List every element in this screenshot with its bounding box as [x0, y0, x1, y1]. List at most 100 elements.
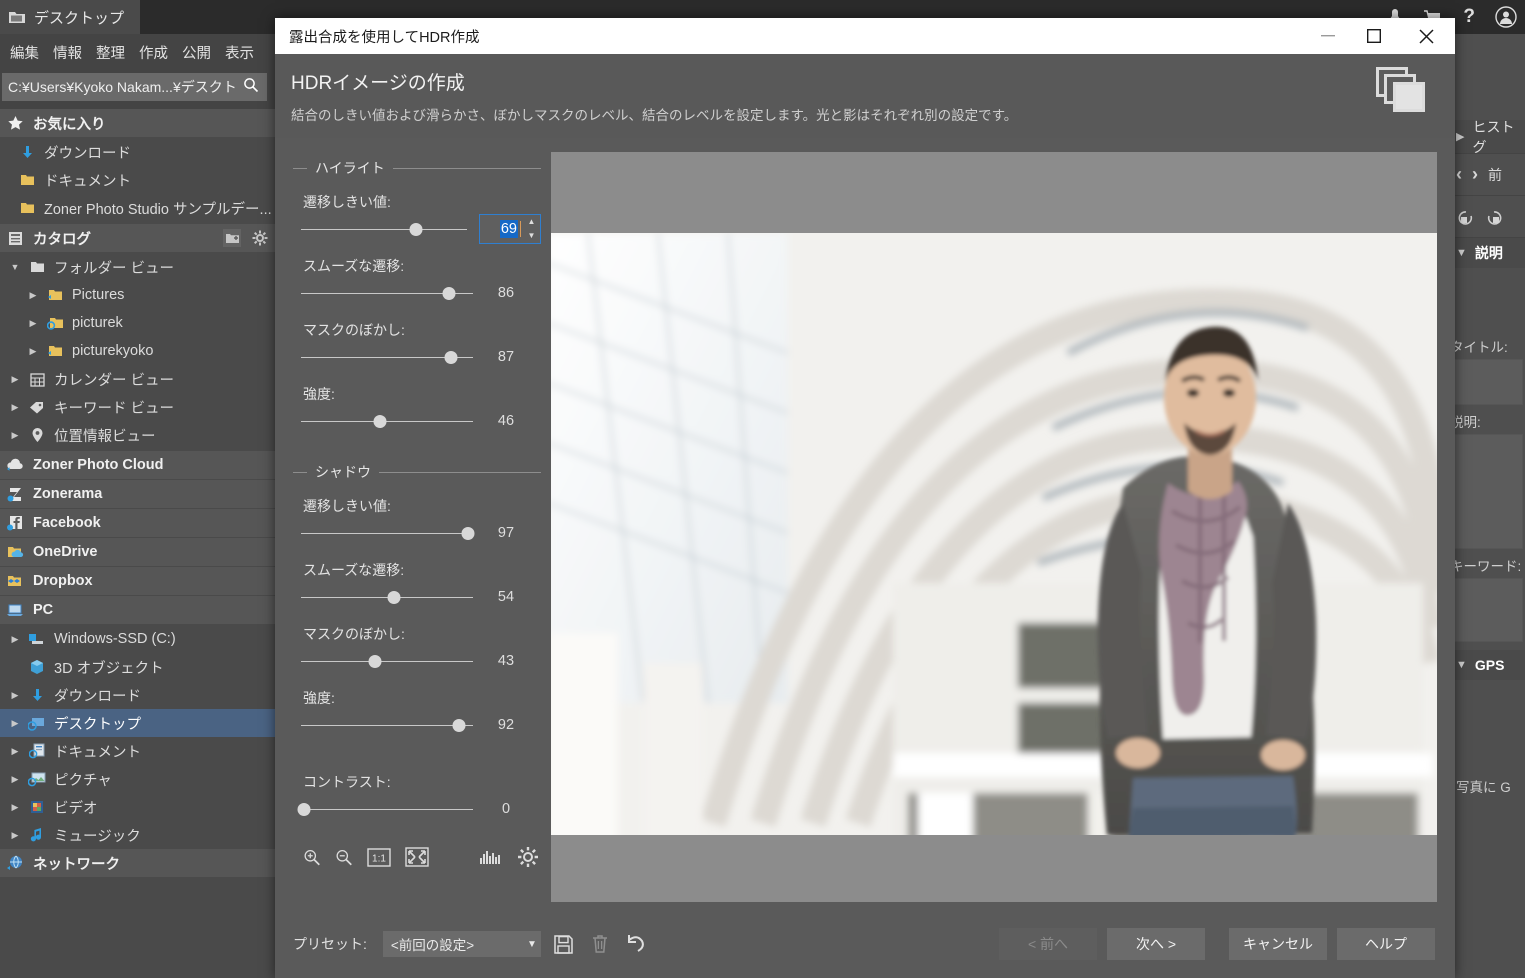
sidebar-item-folder-view[interactable]: ▼ フォルダー ビュー: [0, 253, 275, 281]
rotate-right-icon[interactable]: [1486, 208, 1504, 226]
slider-knob[interactable]: [452, 719, 466, 732]
chevron-right-icon[interactable]: ▶: [10, 430, 20, 441]
slider-knob[interactable]: [373, 415, 387, 428]
chevron-down-icon[interactable]: ▼: [10, 262, 20, 272]
sidebar-item-documents-fav[interactable]: ドキュメント: [0, 166, 275, 194]
slider-hl-smooth[interactable]: 86: [293, 280, 541, 306]
chevron-right-icon[interactable]: ▶: [28, 346, 38, 357]
spinner-down-icon[interactable]: ▼: [528, 232, 536, 240]
slider-knob[interactable]: [442, 287, 456, 300]
menu-item-0[interactable]: 編集: [10, 42, 39, 63]
slider-knob[interactable]: [461, 527, 475, 540]
gear-icon[interactable]: [517, 847, 539, 867]
sidebar-item-desktop[interactable]: ▶ デスクトップ: [0, 709, 275, 737]
sidebar-item-downloads-fav[interactable]: ダウンロード: [0, 138, 275, 166]
chevron-right-icon[interactable]: ▶: [1456, 130, 1464, 143]
slider-sh-maskblur[interactable]: 43: [293, 648, 541, 674]
image-preview[interactable]: [551, 152, 1437, 902]
slider-sh-threshold[interactable]: 97: [293, 520, 541, 546]
sidebar-item-downloads-pc[interactable]: ▶ ダウンロード: [0, 681, 275, 709]
slider-knob[interactable]: [409, 223, 423, 236]
menu-item-1[interactable]: 情報: [53, 42, 82, 63]
slider-hl-threshold[interactable]: 69 ▲ ▼: [293, 214, 541, 244]
sidebar-section-network[interactable]: ネットワーク: [0, 849, 275, 877]
fit-screen-icon[interactable]: [405, 847, 429, 867]
spinner-value-wrap[interactable]: 69: [480, 220, 520, 238]
slider-hl-strength[interactable]: 46: [293, 408, 541, 434]
chevron-right-icon[interactable]: ▶: [10, 802, 20, 813]
slider-sh-strength[interactable]: 92: [293, 712, 541, 738]
menu-item-3[interactable]: 作成: [139, 42, 168, 63]
chevron-right-icon[interactable]: ▶: [28, 318, 38, 329]
rotate-left-icon[interactable]: [1456, 208, 1474, 226]
slider-knob[interactable]: [368, 655, 382, 668]
chevron-down-icon[interactable]: ▼: [1456, 659, 1467, 671]
slider-track-sh-smooth[interactable]: [301, 584, 473, 610]
description-field[interactable]: [1450, 434, 1523, 549]
slider-track-hl-maskblur[interactable]: [301, 344, 473, 370]
trash-icon[interactable]: [587, 934, 613, 954]
add-folder-icon[interactable]: [223, 229, 241, 247]
slider-sh-smooth[interactable]: 54: [293, 584, 541, 610]
sidebar-item-picturek[interactable]: ▶ picturek: [0, 309, 275, 337]
path-input[interactable]: C:¥Users¥Kyoko Nakam...¥デスクトップ: [8, 77, 239, 97]
app-tab-desktop[interactable]: デスクトップ: [0, 0, 141, 34]
preset-dropdown[interactable]: <前回の設定> ▼: [382, 931, 541, 957]
slider-track-hl-strength[interactable]: [301, 408, 473, 434]
undo-icon[interactable]: [623, 934, 649, 954]
menu-item-4[interactable]: 公開: [182, 42, 211, 63]
close-icon[interactable]: [1397, 18, 1455, 54]
chevron-right-icon[interactable]: ▶: [10, 830, 20, 841]
prev-button[interactable]: < 前へ: [999, 928, 1097, 960]
sidebar-item-onedrive[interactable]: OneDrive: [0, 538, 275, 566]
cancel-button[interactable]: キャンセル: [1229, 928, 1327, 960]
gps-section-header[interactable]: ▼ GPS: [1446, 650, 1525, 680]
slider-knob[interactable]: [444, 351, 458, 364]
sidebar-item-documents-pc[interactable]: ▶ ドキュメント: [0, 737, 275, 765]
menu-item-5[interactable]: 表示: [225, 42, 254, 63]
spinner-hl-threshold[interactable]: 69 ▲ ▼: [479, 214, 541, 244]
zoom-100-icon[interactable]: 1:1: [367, 847, 391, 867]
sidebar-item-zoner-photo-cloud[interactable]: Zoner Photo Cloud: [0, 451, 275, 479]
next-image-icon[interactable]: ›: [1472, 164, 1478, 185]
sidebar-section-favorites[interactable]: お気に入り: [0, 109, 275, 137]
slider-track-hl-smooth[interactable]: [301, 280, 473, 306]
path-bar[interactable]: C:¥Users¥Kyoko Nakam...¥デスクトップ: [2, 73, 267, 101]
slider-hl-maskblur[interactable]: 87: [293, 344, 541, 370]
description-section-header[interactable]: ▼ 説明: [1446, 238, 1525, 268]
slider-track-sh-maskblur[interactable]: [301, 648, 473, 674]
chevron-right-icon[interactable]: ▶: [10, 690, 20, 701]
slider-track-sh-threshold[interactable]: [301, 520, 475, 546]
histogram-icon[interactable]: [479, 848, 503, 866]
slider-knob[interactable]: [297, 803, 311, 816]
chevron-right-icon[interactable]: ▶: [28, 290, 38, 301]
sidebar-item-zps-samples[interactable]: Zoner Photo Studio サンプルデー...: [0, 194, 275, 222]
rotate-controls[interactable]: [1446, 196, 1525, 238]
sidebar-section-pc[interactable]: PC: [0, 596, 275, 624]
slider-contrast[interactable]: 0: [293, 796, 541, 822]
sidebar-item-pictures[interactable]: ▶ Pictures: [0, 281, 275, 309]
title-field[interactable]: [1450, 359, 1523, 405]
search-icon[interactable]: [239, 77, 263, 97]
sidebar-item-dropbox[interactable]: Dropbox: [0, 567, 275, 595]
chevron-right-icon[interactable]: ▶: [10, 746, 20, 757]
menu-item-2[interactable]: 整理: [96, 42, 125, 63]
sidebar-item-calendar-view[interactable]: ▶ カレンダー ビュー: [0, 365, 275, 393]
zoom-in-icon[interactable]: [303, 848, 321, 866]
prev-image-icon[interactable]: ‹: [1456, 164, 1462, 185]
sidebar-item-pictures-pc[interactable]: ▶ ピクチャ: [0, 765, 275, 793]
minimize-icon[interactable]: [1305, 18, 1351, 54]
zoom-out-icon[interactable]: [335, 848, 353, 866]
chevron-right-icon[interactable]: ▶: [10, 402, 20, 413]
sidebar-item-keyword-view[interactable]: ▶ キーワード ビュー: [0, 393, 275, 421]
histogram-section-header[interactable]: ▶ ヒストグ: [1446, 119, 1525, 155]
slider-track-sh-strength[interactable]: [301, 712, 473, 738]
chevron-down-icon[interactable]: ▼: [527, 939, 537, 950]
slider-track-hl-threshold[interactable]: [301, 216, 468, 242]
sidebar-item-zonerama[interactable]: Zonerama: [0, 480, 275, 508]
help-icon[interactable]: ?: [1463, 6, 1475, 28]
slider-track-contrast[interactable]: [297, 796, 473, 822]
image-nav-controls[interactable]: ‹ › 前: [1446, 154, 1525, 196]
sidebar-item-3d-objects[interactable]: ▶ 3D オブジェクト: [0, 653, 275, 681]
help-button[interactable]: ヘルプ: [1337, 928, 1435, 960]
